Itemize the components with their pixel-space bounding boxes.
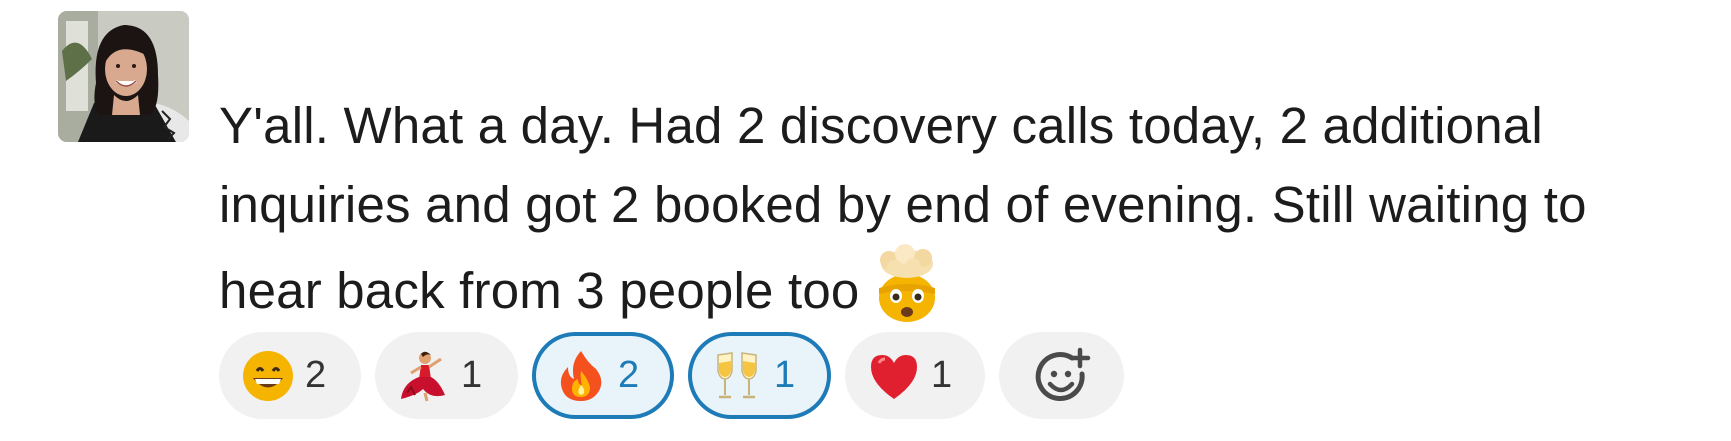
reaction-dancer[interactable]: 1 (375, 332, 518, 419)
reaction-red-heart[interactable]: 1 (845, 332, 985, 419)
clinking-glasses-icon (717, 351, 757, 398)
reactions-bar: 2 1 2 1 1 (219, 332, 1124, 422)
red-heart-icon (871, 354, 917, 399)
reaction-fire[interactable]: 2 (532, 332, 674, 419)
message-text: Y'all. What a day. Had 2 discovery calls… (219, 86, 1699, 330)
dancer-icon (401, 351, 445, 401)
reaction-count: 2 (618, 354, 640, 396)
grinning-face-icon (243, 350, 293, 401)
reaction-count: 2 (305, 354, 327, 396)
message-line: Y'all. What a day. Had 2 discovery calls… (219, 97, 1543, 154)
message-line: inquiries and got 2 booked by end of eve… (219, 176, 1587, 233)
add-reaction-icon (1035, 347, 1090, 401)
fire-icon (560, 350, 602, 401)
reaction-grinning-face[interactable]: 2 (219, 332, 361, 419)
message: Y'all. What a day. Had 2 discovery calls… (0, 0, 1731, 441)
reaction-clinking-glasses[interactable]: 1 (688, 332, 831, 419)
reaction-count: 1 (461, 354, 483, 396)
message-line: hear back from 3 people too (219, 244, 1699, 330)
avatar-photo-icon (58, 11, 189, 142)
reaction-count: 1 (774, 354, 796, 396)
user-avatar[interactable] (58, 11, 189, 142)
add-reaction-button[interactable] (999, 332, 1124, 419)
exploding-head-icon (879, 244, 936, 322)
message-line-text: hear back from 3 people too (219, 262, 860, 319)
reaction-count: 1 (931, 354, 953, 396)
